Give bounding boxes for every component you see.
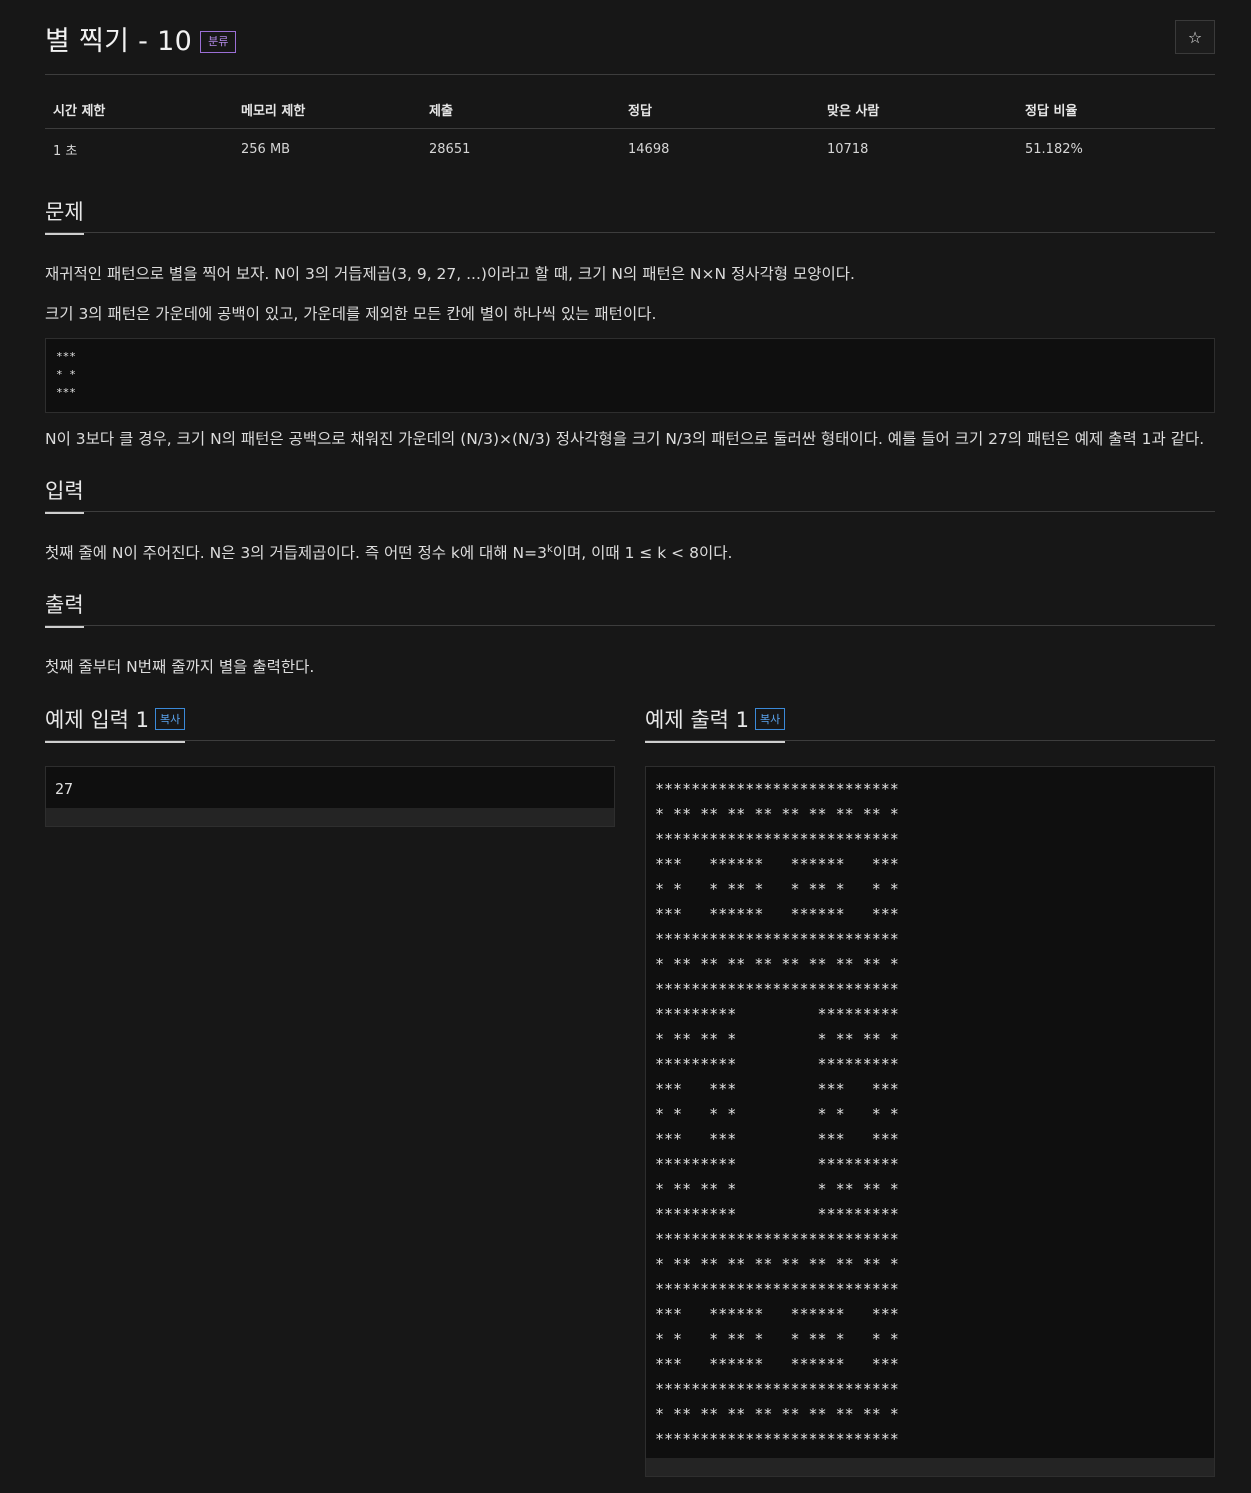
star-outline-icon: ☆ xyxy=(1187,27,1203,47)
sample-output-content: *************************** * ** ** ** *… xyxy=(655,780,899,1448)
section-title: 입력 xyxy=(45,475,84,514)
input-text: 첫째 줄에 N이 주어진다. N은 3의 거듭제곱이다. 즉 어떤 정수 k에 … xyxy=(45,544,547,562)
category-button[interactable]: 분류 xyxy=(200,31,237,53)
sample-input-content: 27 xyxy=(55,780,74,798)
problem-paragraph-2: 크기 3의 패턴은 가운데에 공백이 있고, 가운데를 제외한 모든 칸에 별이… xyxy=(45,305,657,323)
value-solvers[interactable]: 10718 xyxy=(819,129,1017,160)
section-title: 출력 xyxy=(45,589,84,628)
input-description: 첫째 줄에 N이 주어진다. N은 3의 거듭제곱이다. 즉 어떤 정수 k에 … xyxy=(45,541,732,563)
problem-section-header: 문제 xyxy=(45,196,1215,235)
sample-input-header: 예제 입력 1 복사 xyxy=(45,704,615,743)
header-submissions: 제출 xyxy=(421,98,620,129)
header-memory-limit: 메모리 제한 xyxy=(233,98,421,129)
section-divider xyxy=(45,511,1215,512)
section-divider xyxy=(45,625,1215,626)
header-solvers: 맞은 사람 xyxy=(819,98,1017,129)
sample-output-box: *************************** * ** ** ** *… xyxy=(645,766,1215,1477)
table-row: 1 초 256 MB 28651 14698 10718 51.182% xyxy=(45,129,1215,160)
value-accept-ratio: 51.182% xyxy=(1025,141,1083,157)
output-section-header: 출력 xyxy=(45,589,1215,628)
title-divider xyxy=(45,74,1215,75)
favorite-button[interactable]: ☆ xyxy=(1175,20,1215,54)
value-accepted[interactable]: 14698 xyxy=(620,129,819,160)
header-accepted: 정답 xyxy=(620,98,819,129)
sample-output-title: 예제 출력 1 복사 xyxy=(645,704,786,743)
title-row: 별 찍기 - 10 분류 xyxy=(45,18,237,58)
section-divider xyxy=(645,740,1215,741)
copy-sample-input-button[interactable]: 복사 xyxy=(155,708,186,730)
sample-input-title: 예제 입력 1 복사 xyxy=(45,704,186,743)
problem-paragraph-3: N이 3보다 클 경우, 크기 N의 패턴은 공백으로 채워진 가운데의 (N/… xyxy=(45,430,1205,448)
header-accept-ratio: 정답 비율 xyxy=(1017,98,1215,129)
sample-output-header: 예제 출력 1 복사 xyxy=(645,704,1215,743)
problem-paragraph-1: 재귀적인 패턴으로 별을 찍어 보자. N이 3의 거듭제곱(3, 9, 27,… xyxy=(45,265,855,283)
input-text-tail: 이며, 이때 1 ≤ k < 8이다. xyxy=(552,544,733,562)
section-divider xyxy=(45,232,1215,233)
value-time-limit: 1 초 xyxy=(53,143,78,159)
output-description: 첫째 줄부터 N번째 줄까지 별을 출력한다. xyxy=(45,658,315,676)
value-memory-limit: 256 MB xyxy=(241,141,291,157)
input-section-header: 입력 xyxy=(45,475,1215,514)
copy-sample-output-button[interactable]: 복사 xyxy=(755,708,786,730)
value-submissions[interactable]: 28651 xyxy=(421,129,620,160)
section-divider xyxy=(45,740,615,741)
sample-input-heading: 예제 입력 1 xyxy=(45,708,149,732)
pattern-code: *** * * *** xyxy=(56,350,76,399)
sample-output-heading: 예제 출력 1 xyxy=(645,708,749,732)
table-header-row: 시간 제한 메모리 제한 제출 정답 맞은 사람 정답 비율 xyxy=(45,98,1215,129)
sample-input-box: 27 xyxy=(45,766,615,827)
pattern-code-block: *** * * *** xyxy=(45,338,1215,413)
page-title: 별 찍기 - 10 xyxy=(45,25,193,57)
horizontal-scrollbar[interactable] xyxy=(46,808,614,826)
horizontal-scrollbar[interactable] xyxy=(646,1458,1214,1476)
section-title: 문제 xyxy=(45,196,84,235)
problem-info-table: 시간 제한 메모리 제한 제출 정답 맞은 사람 정답 비율 1 초 256 M… xyxy=(45,98,1215,159)
header-time-limit: 시간 제한 xyxy=(45,98,233,129)
